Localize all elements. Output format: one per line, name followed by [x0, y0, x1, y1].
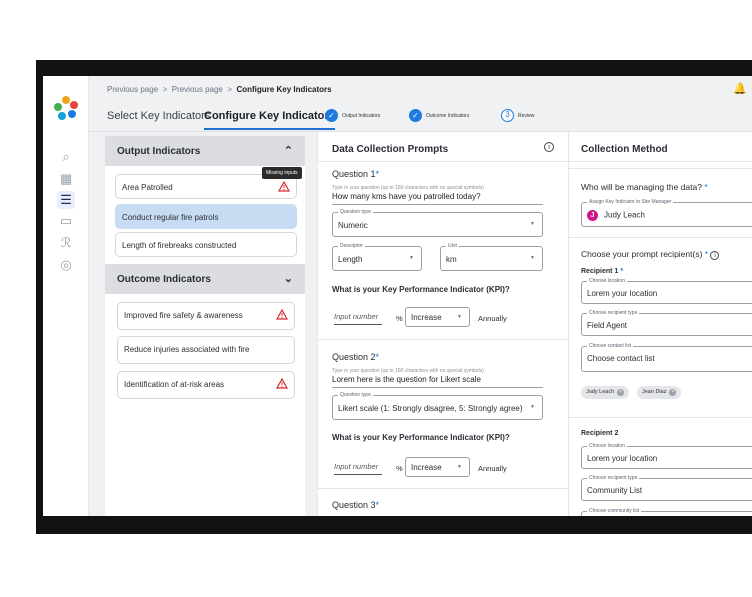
question-2-kpi-direction-select[interactable]: Increase ▼ [405, 457, 470, 477]
recipient-2-community-select[interactable]: Choose community list [581, 508, 752, 516]
app-logo-icon [54, 96, 78, 120]
recipient-1-type-select[interactable]: Choose recipient type Field Agent [581, 310, 752, 336]
outcome-indicator-item[interactable]: Identification of at-risk areas [117, 371, 295, 399]
chevron-down-icon[interactable]: ⌄ [284, 272, 293, 285]
breadcrumb: Previous page > Previous page > Configur… [107, 85, 332, 94]
warning-icon [276, 378, 288, 389]
dropdown-arrow-icon: ▼ [530, 221, 535, 227]
tab-select-key-indicators[interactable]: Select Key Indicators [107, 110, 210, 122]
contact-chip[interactable]: Judy Leach × [581, 386, 630, 399]
recipient-1-location-select[interactable]: Choose location Lorem your location [581, 278, 752, 304]
manage-data-question: Who will be managing the data? * [581, 182, 708, 192]
recipient-2-location-select[interactable]: Choose location Lorem your location [581, 443, 752, 469]
contact-chip[interactable]: Jean Diaz × [637, 386, 682, 399]
step-output-indicators[interactable]: ✓ Output Indicators [325, 109, 380, 122]
recipient-1-contact-select[interactable]: Choose contact list Choose contact list [581, 343, 752, 372]
divider [318, 488, 570, 489]
check-icon: ✓ [325, 109, 338, 122]
output-indicators-header[interactable]: Output Indicators ⌃ [105, 136, 305, 166]
recipient-2-type-select[interactable]: Choose recipient type Community List [581, 475, 752, 501]
percent-symbol: % [396, 464, 403, 473]
question-1-unit-select[interactable]: Unit km ▼ [440, 243, 543, 271]
divider [569, 417, 752, 418]
remove-chip-icon[interactable]: × [669, 389, 677, 396]
recipient-2-title: Recipient 2 [581, 430, 619, 437]
question-1-title: Question 1* [332, 169, 380, 179]
question-1-kpi-input[interactable]: Input number [334, 312, 382, 325]
warning-icon [276, 309, 288, 320]
data-collection-prompts-panel: Data Collection Prompts i Question 1* Ty… [317, 132, 570, 516]
recipient-question: Choose your prompt recipient(s) * i [581, 249, 720, 260]
step-outcome-indicators[interactable]: ✓ Outcome Indicators [409, 109, 469, 122]
output-indicator-item[interactable]: Length of firebreaks constructed [115, 232, 297, 257]
globe-icon[interactable]: ◎ [57, 256, 75, 274]
dropdown-arrow-icon: ▼ [409, 255, 414, 261]
app-screen: ⌕ ▦ ☰ ▭ ℛ ◎ Previous page > Previous pag… [43, 76, 752, 516]
divider [318, 339, 570, 340]
breadcrumb-current: Configure Key Indicators [236, 85, 332, 94]
site-manager-select[interactable]: Assign Key Indicator to Site Manager J Ju… [581, 199, 752, 227]
output-indicator-item-selected[interactable]: Conduct regular fire patrols [115, 204, 297, 229]
question-2-title: Question 2* [332, 352, 380, 362]
left-rail: ⌕ ▦ ☰ ▭ ℛ ◎ [43, 76, 89, 516]
breadcrumb-link-2[interactable]: Previous page [172, 85, 223, 94]
tab-bar: Select Key Indicators Configure Key Indi… [89, 102, 752, 132]
info-icon[interactable]: i [544, 142, 554, 152]
question-1-kpi-direction-select[interactable]: Increase ▼ [405, 307, 470, 327]
dropdown-arrow-icon: ▼ [530, 404, 535, 410]
outcome-indicator-item[interactable]: Improved fire safety & awareness [117, 302, 295, 330]
question-2-kpi-input[interactable]: Input number [334, 462, 382, 475]
warning-icon [278, 181, 290, 192]
dropdown-arrow-icon: ▼ [530, 255, 535, 261]
question-2-kpi-frequency: Annually [478, 464, 507, 473]
check-icon: ✓ [409, 109, 422, 122]
question-1-type-select[interactable]: Question type Numeric ▼ [332, 209, 543, 237]
divider [569, 237, 752, 238]
dashboard-icon[interactable]: ▦ [57, 170, 75, 188]
recipient-1-title: Recipient 1 * [581, 268, 624, 275]
outcome-indicator-item[interactable]: Reduce injuries associated with fire [117, 336, 295, 364]
question-1-kpi-title: What is your Key Performance Indicator (… [332, 285, 510, 294]
breadcrumb-link-1[interactable]: Previous page [107, 85, 158, 94]
question-2-kpi-title: What is your Key Performance Indicator (… [332, 433, 510, 442]
dropdown-arrow-icon: ▼ [457, 314, 462, 320]
outcome-indicators-header[interactable]: Outcome Indicators ⌄ [105, 264, 305, 294]
checklist-icon[interactable]: ☰ [57, 191, 75, 209]
question-1-input[interactable]: How many kms have you patrolled today? [332, 192, 543, 205]
tab-configure-key-indicators[interactable]: Configure Key Indicators [204, 110, 335, 130]
dropdown-arrow-icon: ▼ [457, 464, 462, 470]
info-icon[interactable]: i [710, 251, 720, 260]
question-1-kpi-frequency: Annually [478, 314, 507, 323]
missing-inputs-tooltip: Missing inputs [262, 167, 302, 179]
question-2-type-select[interactable]: Question type Likert scale (1: Strongly … [332, 392, 543, 420]
chevron-up-icon[interactable]: ⌃ [284, 144, 293, 157]
divider [569, 168, 752, 169]
collection-method-header: Collection Method [569, 132, 752, 162]
users-icon[interactable]: ℛ [57, 234, 75, 252]
step-review[interactable]: 3 Review [501, 109, 534, 122]
search-icon[interactable]: ⌕ [57, 148, 75, 166]
question-2-hint: Type in your question (up to 160 charact… [332, 368, 484, 374]
device-bezel-bottom [36, 516, 752, 534]
question-1-descriptor-select[interactable]: Descriptor Length ▼ [332, 243, 422, 271]
percent-symbol: % [396, 314, 403, 323]
folder-icon[interactable]: ▭ [57, 212, 75, 230]
notification-bell-icon[interactable]: 🔔 [733, 82, 747, 95]
remove-chip-icon[interactable]: × [617, 389, 625, 396]
question-1-hint: Type in your question (up to 160 charact… [332, 185, 484, 191]
question-2-input[interactable]: Lorem here is the question for Likert sc… [332, 375, 543, 388]
prompts-header: Data Collection Prompts i [318, 132, 568, 162]
indicators-panel: Output Indicators ⌃ Area Patrolled Condu… [105, 136, 305, 516]
avatar: J [587, 210, 598, 221]
collection-method-panel: Collection Method Who will be managing t… [569, 132, 752, 516]
question-3-title: Question 3* [332, 500, 380, 510]
